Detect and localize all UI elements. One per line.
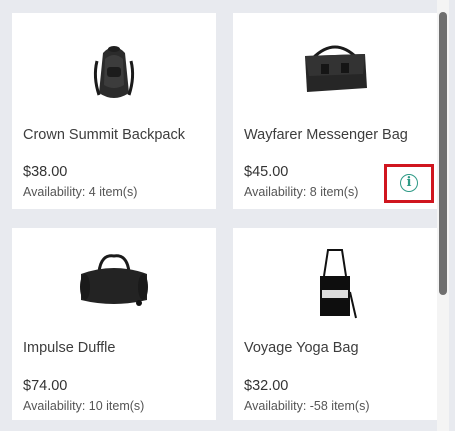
scrollbar-thumb[interactable] (439, 12, 447, 295)
messenger-bag-image (305, 45, 367, 92)
product-name[interactable]: Wayfarer Messenger Bag (244, 127, 408, 143)
product-availability: Availability: 10 item(s) (23, 399, 145, 413)
product-name[interactable]: Voyage Yoga Bag (244, 340, 359, 356)
product-image[interactable] (233, 228, 437, 334)
product-availability: Availability: -58 item(s) (244, 399, 370, 413)
product-card[interactable]: Crown Summit Backpack $38.00 Availabilit… (12, 13, 216, 209)
product-price: $74.00 (23, 378, 68, 394)
product-name[interactable]: Impulse Duffle (23, 340, 115, 356)
product-name[interactable]: Crown Summit Backpack (23, 127, 185, 143)
backpack-image (93, 46, 135, 98)
product-card[interactable]: Impulse Duffle $74.00 Availability: 10 i… (12, 228, 216, 420)
product-image[interactable] (12, 228, 216, 334)
product-image[interactable] (233, 13, 437, 119)
product-image[interactable] (12, 13, 216, 119)
info-button[interactable]: i (384, 164, 434, 203)
product-availability: Availability: 4 item(s) (23, 185, 138, 199)
duffle-bag-image (80, 254, 148, 306)
product-availability: Availability: 8 item(s) (244, 185, 359, 199)
product-card[interactable]: Voyage Yoga Bag $32.00 Availability: -58… (233, 228, 437, 420)
product-price: $32.00 (244, 378, 289, 394)
product-price: $45.00 (244, 164, 289, 180)
product-price: $38.00 (23, 164, 68, 180)
info-icon: i (400, 174, 418, 192)
tote-bag-image (320, 249, 357, 319)
